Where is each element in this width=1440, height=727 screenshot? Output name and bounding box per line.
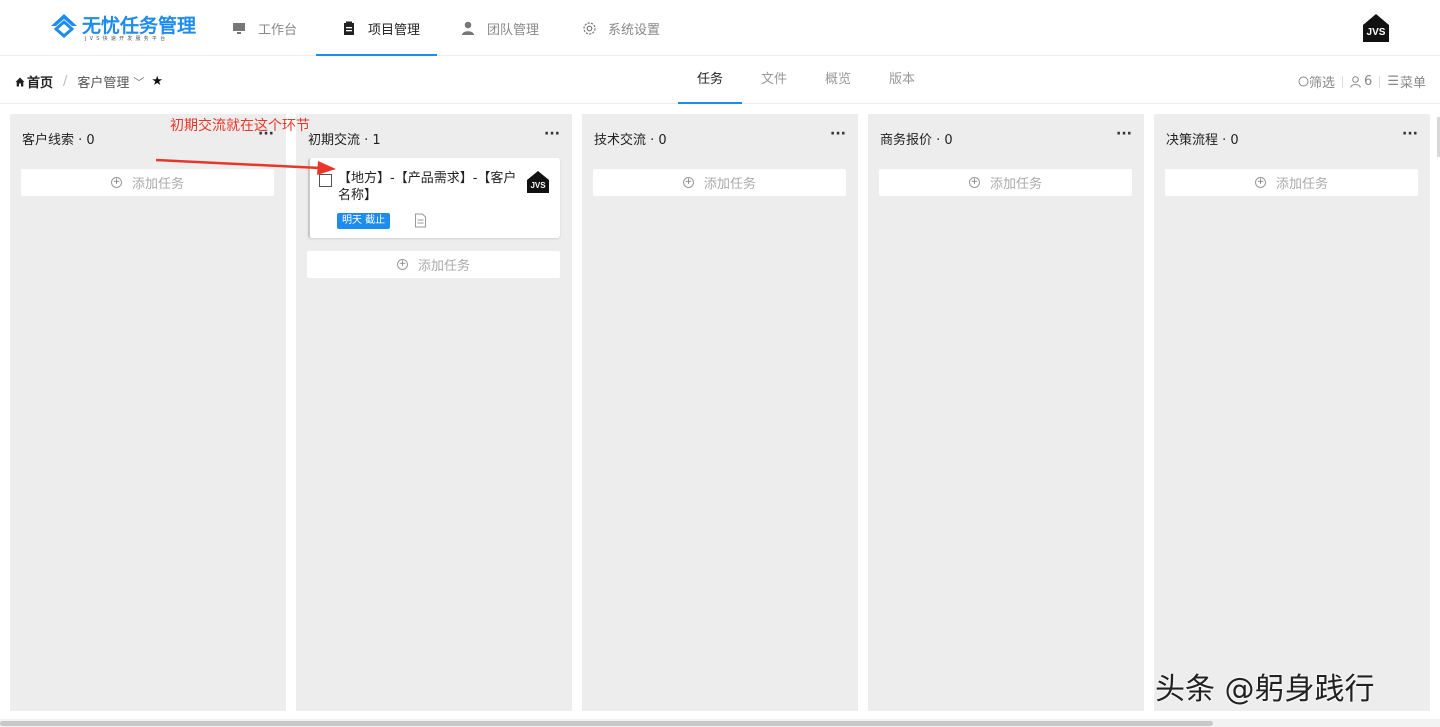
nav-item-team[interactable]: 团队管理: [459, 0, 539, 56]
nav-item-settings[interactable]: 系统设置: [580, 0, 660, 56]
clipboard-icon: [340, 19, 358, 37]
chevron-down-icon[interactable]: ﹀: [133, 74, 144, 90]
board-column: 商务报价 · 0 ··· + 添加任务: [868, 114, 1144, 711]
board-column: 客户线索 · 0 ··· + 添加任务: [10, 114, 286, 711]
column-title: 商务报价 · 0: [880, 133, 953, 148]
plus-circle-icon: +: [1254, 177, 1266, 188]
more-icon[interactable]: ···: [830, 126, 846, 142]
divider: [1342, 75, 1344, 88]
top-navbar: 无忧任务管理 JVS快速开发服务平台 工作台 项目管理 团队管理 系统设置 JV…: [0, 0, 1440, 56]
more-icon[interactable]: ···: [1402, 126, 1418, 142]
assignee-avatar[interactable]: JVS: [526, 170, 550, 194]
filter-button[interactable]: 筛选: [1298, 72, 1335, 91]
add-task-button[interactable]: + 添加任务: [593, 169, 846, 196]
menu-button[interactable]: ☰ 菜单: [1387, 72, 1426, 91]
filter-label: 筛选: [1309, 76, 1336, 91]
annotation-arrow-icon: [155, 158, 336, 175]
tab-tasks[interactable]: 任务: [678, 57, 742, 104]
breadcrumb-current[interactable]: 客户管理: [77, 72, 129, 91]
plus-circle-icon: +: [968, 177, 980, 188]
home-icon: [15, 77, 25, 86]
nav-label: 项目管理: [368, 22, 421, 38]
column-title: 初期交流 · 1: [308, 133, 381, 148]
horizontal-scrollbar[interactable]: [0, 719, 1440, 727]
task-title: 【地方】-【产品需求】-【客户名称】: [338, 171, 517, 203]
add-task-button[interactable]: + 添加任务: [879, 169, 1132, 196]
tab-files[interactable]: 文件: [742, 57, 806, 104]
search-icon: [1298, 76, 1309, 87]
column-title: 客户线索 · 0: [22, 133, 95, 148]
app-logo[interactable]: 无忧任务管理 JVS快速开发服务平台: [50, 10, 210, 46]
more-icon[interactable]: ···: [1116, 126, 1132, 142]
more-icon[interactable]: ···: [544, 126, 560, 142]
nav-item-workbench[interactable]: 工作台: [230, 0, 297, 56]
divider: [1379, 75, 1381, 88]
members-count: 6: [1364, 74, 1373, 89]
user-icon: [459, 19, 477, 37]
nav-item-projects[interactable]: 项目管理: [315, 0, 438, 56]
plus-circle-icon: +: [396, 259, 408, 270]
tab-versions[interactable]: 版本: [870, 57, 934, 104]
breadcrumb-home-label: 首页: [27, 76, 54, 91]
due-badge: 明天 截止: [337, 213, 391, 229]
document-icon: [415, 213, 426, 228]
breadcrumb-separator: /: [63, 74, 68, 89]
gear-icon: [580, 19, 598, 37]
annotation-text: 初期交流就在这个环节: [170, 118, 310, 134]
add-task-label: 添加任务: [417, 259, 470, 274]
watermark: 头条 @躬身践行: [1155, 672, 1375, 707]
board-column: 决策流程 · 0 ··· + 添加任务: [1154, 114, 1430, 711]
board-column: 技术交流 · 0 ··· + 添加任务: [582, 114, 858, 711]
board-column: 初期交流 · 1 ··· 【地方】-【产品需求】-【客户名称】 JVS 明天 截…: [296, 114, 572, 711]
nav-label: 工作台: [258, 22, 298, 38]
menu-icon: ☰: [1387, 74, 1399, 89]
task-card[interactable]: 【地方】-【产品需求】-【客户名称】 JVS 明天 截止: [308, 158, 560, 238]
toolbar-right: 筛选 6 ☰ 菜单: [1298, 72, 1426, 91]
column-title: 技术交流 · 0: [594, 133, 667, 148]
monitor-icon: [230, 19, 248, 37]
assignee-text: JVS: [530, 181, 546, 190]
add-task-button[interactable]: + 添加任务: [1165, 169, 1418, 196]
plus-circle-icon: +: [682, 177, 694, 188]
tab-overview[interactable]: 概览: [806, 57, 870, 104]
logo-mark-icon: [51, 14, 77, 38]
add-task-label: 添加任务: [703, 177, 756, 192]
avatar-text: JVS: [1367, 27, 1386, 38]
logo-name: 无忧任务管理: [82, 15, 197, 37]
column-title: 决策流程 · 0: [1166, 133, 1239, 148]
project-tabs: 任务 文件 概览 版本: [678, 57, 934, 104]
menu-label: 菜单: [1399, 76, 1426, 91]
user-avatar[interactable]: JVS: [1361, 13, 1391, 43]
nav-label: 团队管理: [487, 22, 540, 38]
project-subbar: 首页 / 客户管理 ﹀ ★ 任务 文件 概览 版本 筛选 6 ☰ 菜单: [0, 57, 1440, 104]
add-task-label: 添加任务: [1275, 177, 1328, 192]
user-outline-icon: [1350, 75, 1361, 88]
scrollbar-thumb[interactable]: [0, 721, 1213, 726]
members-button[interactable]: 6: [1350, 74, 1372, 89]
nav-label: 系统设置: [608, 22, 661, 38]
breadcrumb: 首页 / 客户管理 ﹀ ★: [15, 72, 163, 91]
plus-circle-icon: +: [110, 177, 122, 188]
star-icon[interactable]: ★: [151, 74, 163, 89]
add-task-button[interactable]: + 添加任务: [307, 251, 560, 278]
logo-subtitle: JVS快速开发服务平台: [85, 36, 169, 42]
add-task-label: 添加任务: [989, 177, 1042, 192]
breadcrumb-home[interactable]: 首页: [15, 72, 53, 91]
